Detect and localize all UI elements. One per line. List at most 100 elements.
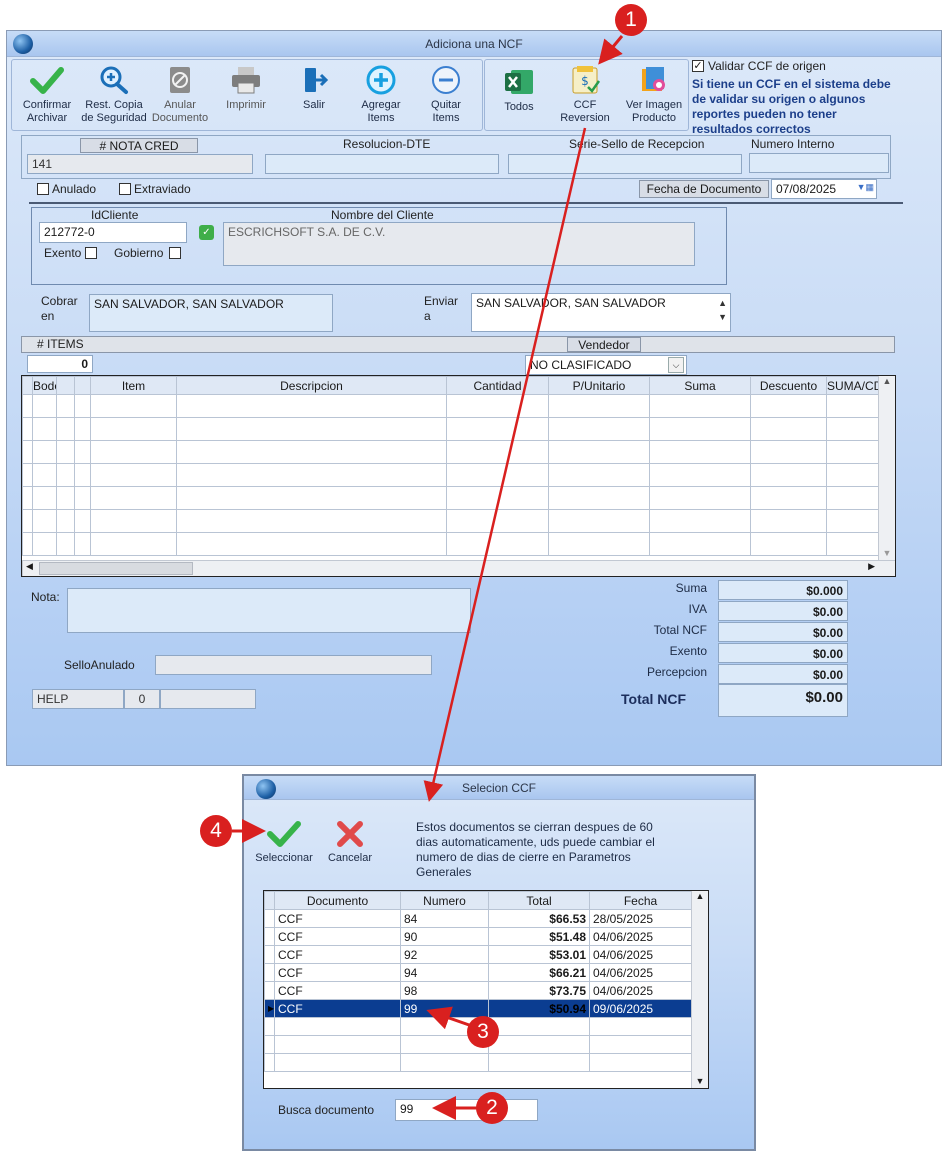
items-cell[interactable] [22, 532, 33, 556]
items-cell[interactable] [74, 417, 91, 441]
items-vscroll[interactable]: ▲ ▼ [878, 376, 895, 560]
items-cell[interactable] [90, 417, 177, 441]
agregar-items-button[interactable]: Agregar Items [352, 65, 410, 125]
nota-cred-field[interactable]: 141 [27, 154, 253, 174]
items-cell[interactable] [176, 417, 447, 441]
ccf-cell-num[interactable]: 92 [400, 945, 489, 964]
ccf-row[interactable]: CCF 84 $66.53 28/05/2025 [264, 909, 692, 928]
items-cell[interactable] [446, 532, 549, 556]
items-cell[interactable] [176, 440, 447, 464]
ccf-cell-total[interactable]: $50.94 [488, 999, 590, 1018]
items-cell[interactable] [750, 440, 827, 464]
idcliente-field[interactable]: 212772-0 [39, 222, 187, 243]
ccf-cell-total[interactable]: $66.53 [488, 909, 590, 928]
items-cell[interactable] [32, 532, 57, 556]
ccf-cell-fecha[interactable]: 04/06/2025 [589, 927, 692, 946]
items-cell[interactable] [750, 486, 827, 510]
quitar-items-button[interactable]: Quitar Items [417, 65, 475, 125]
ccf-cell-total[interactable] [488, 1035, 590, 1054]
items-row[interactable] [22, 394, 879, 418]
ccf-cell-fecha[interactable]: 04/06/2025 [589, 981, 692, 1000]
items-cell[interactable] [649, 532, 751, 556]
items-hscroll[interactable]: ◀ ▶ [22, 560, 895, 576]
items-cell[interactable] [750, 394, 827, 418]
validate-client-icon[interactable]: ✓ [199, 225, 214, 240]
nota-field[interactable] [67, 588, 471, 633]
ccf-cell-num[interactable]: 84 [400, 909, 489, 928]
busca-documento-input[interactable]: 99 [395, 1099, 538, 1121]
items-cell[interactable] [750, 463, 827, 487]
row-selector[interactable] [264, 1017, 275, 1036]
resolucion-field[interactable] [265, 154, 499, 174]
items-cell[interactable] [446, 509, 549, 533]
items-cell[interactable] [32, 440, 57, 464]
items-cell[interactable] [74, 532, 91, 556]
items-cell[interactable] [74, 394, 91, 418]
ccf-cell-total[interactable]: $66.21 [488, 963, 590, 982]
items-cell[interactable] [176, 509, 447, 533]
ccf-cell-fecha[interactable]: 09/06/2025 [589, 999, 692, 1018]
items-cell[interactable] [90, 440, 177, 464]
items-cell[interactable] [176, 532, 447, 556]
ccf-cell-doc[interactable]: CCF [274, 945, 401, 964]
ccf-cell-doc[interactable] [274, 1035, 401, 1054]
ccf-cell-fecha[interactable]: 28/05/2025 [589, 909, 692, 928]
ver-imagen-producto-button[interactable]: Ver Imagen Producto [621, 65, 687, 125]
items-grid[interactable]: BodegaItemDescripcionCantidadP/UnitarioS… [21, 375, 896, 577]
items-cell[interactable] [56, 509, 75, 533]
items-cell[interactable] [750, 417, 827, 441]
ccf-reversion-button[interactable]: $ CCF Reversion [555, 65, 615, 125]
items-cell[interactable] [826, 486, 879, 510]
ccf-cell-total[interactable] [488, 1053, 590, 1072]
items-cell[interactable] [548, 440, 650, 464]
ccf-row[interactable]: CCF 90 $51.48 04/06/2025 [264, 927, 692, 946]
items-row[interactable] [22, 509, 879, 533]
items-cell[interactable] [90, 463, 177, 487]
gobierno-checkbox[interactable] [169, 247, 181, 259]
ccf-cell-total[interactable]: $73.75 [488, 981, 590, 1000]
ccf-cell-doc[interactable]: CCF [274, 999, 401, 1018]
items-cell[interactable] [649, 486, 751, 510]
exento-checkbox[interactable] [85, 247, 97, 259]
items-cell[interactable] [22, 463, 33, 487]
ccf-row[interactable] [264, 1053, 692, 1072]
items-cell[interactable] [826, 463, 879, 487]
items-cell[interactable] [446, 440, 549, 464]
items-cell[interactable] [826, 440, 879, 464]
items-cell[interactable] [56, 417, 75, 441]
salir-button[interactable]: Salir [285, 65, 343, 112]
ccf-cell-fecha[interactable] [589, 1053, 692, 1072]
items-cell[interactable] [446, 417, 549, 441]
items-cell[interactable] [548, 486, 650, 510]
items-cell[interactable] [74, 440, 91, 464]
items-cell[interactable] [446, 463, 549, 487]
imprimir-button[interactable]: Imprimir [217, 65, 275, 112]
ccf-cell-fecha[interactable]: 04/06/2025 [589, 945, 692, 964]
items-cell[interactable] [826, 509, 879, 533]
ccf-cell-doc[interactable]: CCF [274, 963, 401, 982]
items-cell[interactable] [90, 532, 177, 556]
row-selector[interactable]: ▶ [264, 999, 275, 1018]
items-cell[interactable] [22, 509, 33, 533]
items-cell[interactable] [750, 509, 827, 533]
items-cell[interactable] [548, 532, 650, 556]
ccf-cell-total[interactable]: $51.48 [488, 927, 590, 946]
items-cell[interactable] [32, 394, 57, 418]
ccf-cell-doc[interactable]: CCF [274, 909, 401, 928]
ccf-cell-total[interactable]: $53.01 [488, 945, 590, 964]
serie-field[interactable] [508, 154, 742, 174]
items-cell[interactable] [649, 440, 751, 464]
items-cell[interactable] [826, 532, 879, 556]
anulado-checkbox[interactable] [37, 183, 49, 195]
items-cell[interactable] [176, 394, 447, 418]
cancelar-button[interactable]: Cancelar [322, 820, 378, 865]
enviar-field[interactable]: SAN SALVADOR, SAN SALVADOR ▲ ▼ [471, 293, 731, 332]
fecha-field[interactable]: 07/08/2025 ▼▦ [771, 179, 877, 199]
items-cell[interactable] [74, 509, 91, 533]
items-cell[interactable] [649, 394, 751, 418]
sello-anulado-field[interactable] [155, 655, 432, 675]
vendedor-select[interactable]: NO CLASIFICADO ⌵ [525, 355, 687, 375]
items-row[interactable] [22, 417, 879, 441]
items-cell[interactable] [446, 486, 549, 510]
items-cell[interactable] [649, 417, 751, 441]
